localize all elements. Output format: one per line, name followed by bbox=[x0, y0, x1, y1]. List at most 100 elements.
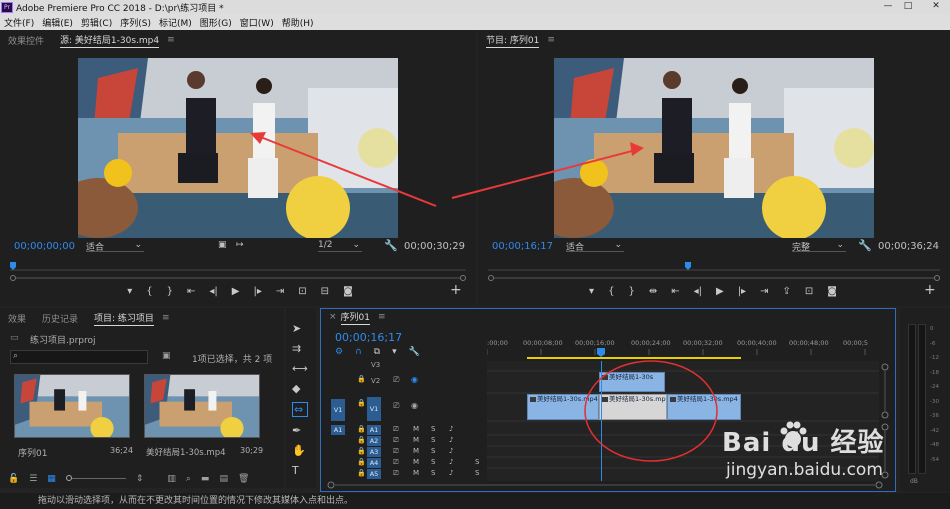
microphone-icon[interactable]: ♪ bbox=[449, 436, 453, 444]
menu-help[interactable]: 帮助(H) bbox=[282, 16, 314, 29]
source-scrubber[interactable] bbox=[10, 262, 466, 272]
source-timecode[interactable]: 00;00;00;00 bbox=[14, 241, 75, 252]
close-window-button[interactable]: ✕ bbox=[928, 1, 944, 12]
menu-clip[interactable]: 剪辑(C) bbox=[81, 16, 112, 29]
sync-lock-icon[interactable]: ⎚ bbox=[393, 436, 399, 445]
nest-icon[interactable]: ⚙ bbox=[335, 347, 343, 357]
tab-project[interactable]: 项目: 练习项目 bbox=[94, 311, 154, 326]
mute-button[interactable]: M bbox=[413, 436, 419, 444]
source-resolution-dropdown[interactable]: 1/2 ⌄ bbox=[318, 240, 362, 252]
new-bin-from-search-icon[interactable]: ▣ bbox=[162, 351, 171, 361]
type-tool-icon[interactable]: T bbox=[292, 464, 308, 477]
mute-button[interactable]: M bbox=[413, 425, 419, 433]
mute-button[interactable]: M bbox=[413, 469, 419, 477]
project-item-thumbnail[interactable] bbox=[14, 374, 130, 438]
lock-icon[interactable]: 🔒 bbox=[357, 469, 366, 477]
tab-effect-controls[interactable]: 效果控件 bbox=[8, 34, 44, 47]
wrench-icon[interactable]: 🔧 bbox=[409, 347, 420, 357]
eye-hidden-icon[interactable]: ◉ bbox=[411, 375, 418, 384]
solo-button[interactable]: S bbox=[431, 425, 435, 433]
project-item-thumbnail[interactable] bbox=[144, 374, 260, 438]
maximize-button[interactable]: □ bbox=[900, 1, 916, 12]
timeline-timecode[interactable]: 00;00;16;17 bbox=[335, 331, 402, 344]
icon-view-icon[interactable]: ▦ bbox=[47, 474, 56, 484]
mark-out-icon[interactable]: } bbox=[628, 286, 634, 297]
tab-history[interactable]: 历史记录 bbox=[42, 312, 78, 325]
track-target-a3[interactable]: A3 bbox=[367, 447, 381, 457]
go-to-out-icon[interactable]: ⇥ bbox=[276, 286, 284, 297]
menu-window[interactable]: 窗口(W) bbox=[240, 16, 274, 29]
mark-in-icon[interactable]: { bbox=[146, 286, 152, 297]
hand-tool-icon[interactable]: ✋ bbox=[292, 444, 308, 457]
track-target-a5[interactable]: A5 bbox=[367, 469, 381, 479]
selection-tool-icon[interactable]: ➤ bbox=[292, 322, 308, 335]
panel-menu-icon[interactable]: ≡ bbox=[167, 35, 175, 45]
slip-tool-icon[interactable]: ⇔ bbox=[292, 402, 308, 417]
export-frame-icon[interactable]: ▣ bbox=[218, 240, 227, 250]
source-patch-v1[interactable]: V1 bbox=[331, 399, 345, 421]
tab-effects[interactable]: 效果 bbox=[8, 312, 26, 325]
menu-graphics[interactable]: 图形(G) bbox=[200, 16, 232, 29]
microphone-icon[interactable]: ♪ bbox=[449, 469, 453, 477]
add-marker-icon[interactable]: ▾ bbox=[392, 347, 397, 357]
trash-icon[interactable]: 🗑 bbox=[238, 474, 249, 484]
new-bin-icon[interactable]: ▬ bbox=[201, 474, 210, 484]
wrench-icon[interactable]: 🔧 bbox=[384, 239, 398, 252]
linked-selection-icon[interactable]: ⧉ bbox=[374, 347, 380, 357]
step-back-icon[interactable]: ◂| bbox=[209, 286, 217, 297]
sync-lock-icon[interactable]: ⎚ bbox=[393, 401, 399, 411]
mark-clip-icon[interactable]: ⇹ bbox=[649, 286, 657, 297]
camera-icon[interactable]: ◙ bbox=[827, 286, 837, 297]
step-back-icon[interactable]: ◂| bbox=[694, 286, 702, 297]
add-button-icon[interactable]: + bbox=[450, 282, 462, 298]
menu-markers[interactable]: 标记(M) bbox=[159, 16, 192, 29]
close-tab-icon[interactable]: × bbox=[329, 312, 337, 322]
project-search-input[interactable]: ⌕ bbox=[10, 350, 148, 364]
sync-lock-icon[interactable]: ⎚ bbox=[393, 458, 399, 467]
insert-overwrite-icon[interactable]: ↦ bbox=[236, 240, 244, 250]
razor-tool-icon[interactable]: ◆ bbox=[292, 382, 308, 395]
zoom-slider[interactable] bbox=[65, 475, 126, 482]
menu-edit[interactable]: 编辑(E) bbox=[42, 16, 73, 29]
play-icon[interactable]: ▶ bbox=[716, 286, 724, 297]
step-forward-icon[interactable]: |▸ bbox=[738, 286, 746, 297]
program-quality-dropdown[interactable]: 完整 ⌄ bbox=[792, 240, 846, 253]
lock-icon[interactable]: 🔒 bbox=[357, 458, 366, 466]
source-zoom-bar[interactable] bbox=[10, 273, 466, 281]
go-to-out-icon[interactable]: ⇥ bbox=[760, 286, 768, 297]
overwrite-icon[interactable]: ⊟ bbox=[321, 286, 329, 297]
menu-sequence[interactable]: 序列(S) bbox=[120, 16, 151, 29]
pen-tool-icon[interactable]: ✒ bbox=[292, 424, 308, 437]
source-patch-a1[interactable]: A1 bbox=[331, 425, 345, 435]
mark-in-icon[interactable]: { bbox=[608, 286, 614, 297]
panel-menu-icon[interactable]: ≡ bbox=[378, 312, 386, 322]
program-scrubber[interactable] bbox=[488, 262, 940, 272]
microphone-icon[interactable]: ♪ bbox=[449, 425, 453, 433]
microphone-icon[interactable]: ♪ bbox=[449, 447, 453, 455]
ripple-edit-tool-icon[interactable]: ⟷ bbox=[292, 362, 308, 375]
camera-icon[interactable]: ◙ bbox=[343, 286, 353, 297]
mute-button[interactable]: M bbox=[413, 447, 419, 455]
sync-lock-icon[interactable]: ⎚ bbox=[393, 447, 399, 456]
minimize-button[interactable]: — bbox=[880, 1, 896, 12]
program-fit-dropdown[interactable]: 适合 ⌄ bbox=[566, 240, 624, 253]
lift-icon[interactable]: ⇪ bbox=[782, 286, 790, 297]
source-fit-dropdown[interactable]: 适合 ⌄ bbox=[86, 240, 144, 253]
snap-icon[interactable]: ∩ bbox=[355, 347, 362, 357]
track-target-a4[interactable]: A4 bbox=[367, 458, 381, 468]
track-target-a2[interactable]: A2 bbox=[367, 436, 381, 446]
lock-icon[interactable]: 🔒 bbox=[357, 447, 366, 455]
extract-icon[interactable]: ⊡ bbox=[805, 286, 813, 297]
solo-button[interactable]: S bbox=[431, 436, 435, 444]
play-icon[interactable]: ▶ bbox=[232, 286, 240, 297]
sync-lock-icon[interactable]: ⎚ bbox=[393, 375, 399, 385]
panel-menu-icon[interactable]: ≡ bbox=[162, 313, 170, 323]
find-icon[interactable]: ⌕ bbox=[186, 474, 191, 484]
solo-button[interactable]: S bbox=[475, 458, 479, 466]
sync-lock-icon[interactable]: ⎚ bbox=[393, 425, 399, 434]
solo-button[interactable]: S bbox=[431, 469, 435, 477]
insert-icon[interactable]: ⊡ bbox=[298, 286, 306, 297]
lock-icon[interactable]: 🔒 bbox=[357, 436, 366, 444]
list-view-icon[interactable]: ☰ bbox=[29, 474, 37, 484]
tab-sequence[interactable]: 序列01 bbox=[340, 310, 370, 325]
